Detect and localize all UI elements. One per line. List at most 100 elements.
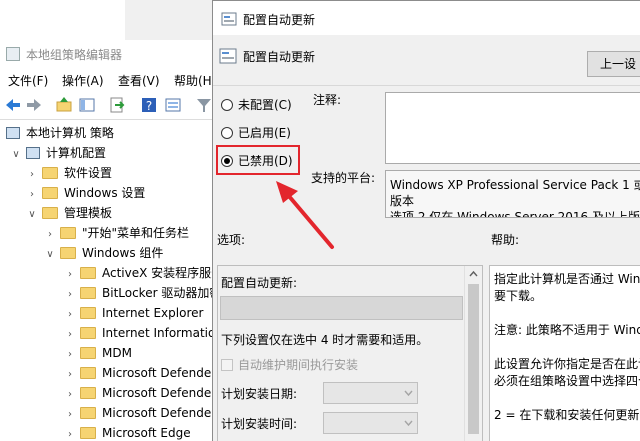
- chevron-down-icon[interactable]: ∨: [44, 245, 56, 265]
- menu-file[interactable]: 文件(F): [8, 72, 48, 89]
- tree-item-label: Windows 设置: [64, 186, 146, 200]
- radio-not-configured-label: 未配置(C): [238, 98, 292, 112]
- tree-item-label: Internet Informatio: [102, 326, 216, 340]
- properties-icon[interactable]: [164, 96, 182, 114]
- tree-item-label: Microsoft Defende: [102, 406, 212, 420]
- chevron-right-icon[interactable]: ›: [64, 265, 76, 285]
- comment-label: 注释:: [313, 93, 342, 107]
- policy-header-icon: [219, 48, 237, 64]
- folder-icon: [80, 386, 96, 399]
- tree-item[interactable]: › Microsoft Defende: [64, 363, 211, 383]
- chevron-right-icon[interactable]: ›: [64, 425, 76, 441]
- dialog-titlebar: 配置自动更新: [213, 1, 640, 35]
- options-scrollbar[interactable]: [464, 266, 482, 441]
- install-day-select[interactable]: [323, 382, 418, 404]
- menu-help[interactable]: 帮助(H: [174, 72, 212, 89]
- red-arrow-icon: [276, 181, 334, 249]
- tree-item[interactable]: ∨ Windows 组件: [44, 243, 163, 263]
- tree-item[interactable]: ∨ 管理模板: [26, 203, 112, 223]
- folder-icon: [80, 286, 96, 299]
- maintenance-checkbox[interactable]: 自动维护期间执行安装: [221, 356, 358, 373]
- folder-icon: [80, 326, 96, 339]
- platform-text-line3: 选项 2 仅在 Windows Server 2016 及以上版本: [390, 210, 640, 218]
- tree-item[interactable]: › Internet Explorer: [64, 303, 203, 323]
- up-folder-icon[interactable]: [55, 96, 73, 114]
- install-time-select[interactable]: [323, 412, 418, 434]
- tree-item[interactable]: 本地计算机 策略: [6, 123, 114, 143]
- platform-text-line2: 版本: [390, 194, 415, 208]
- tree-item-label: 本地计算机 策略: [26, 126, 114, 140]
- chevron-right-icon[interactable]: ›: [64, 365, 76, 385]
- filter-icon[interactable]: [195, 96, 213, 114]
- platform-textbox: Windows XP Professional Service Pack 1 或…: [385, 170, 640, 218]
- forward-arrow-icon[interactable]: [25, 96, 43, 114]
- tree-item[interactable]: › Internet Informatio: [64, 323, 215, 343]
- radio-not-configured[interactable]: 未配置(C): [221, 96, 292, 113]
- computer-policy-icon: [6, 126, 20, 139]
- comment-textarea[interactable]: [385, 92, 640, 164]
- tree-item[interactable]: › Microsoft Edge: [64, 423, 191, 441]
- folder-icon: [42, 166, 58, 179]
- tree-item[interactable]: › Windows 设置: [26, 183, 145, 203]
- folder-icon: [80, 306, 96, 319]
- previous-setting-label: 上一设: [600, 57, 637, 71]
- export-list-icon[interactable]: [108, 96, 126, 114]
- radio-circle: [221, 98, 233, 111]
- chevron-right-icon[interactable]: ›: [64, 305, 76, 325]
- chevron-down-icon[interactable]: ∨: [26, 205, 38, 225]
- auto-update-select[interactable]: [220, 296, 463, 320]
- previous-setting-button[interactable]: 上一设: [587, 51, 640, 77]
- chevron-down-icon[interactable]: ∨: [10, 145, 22, 165]
- tree-item[interactable]: › "开始"菜单和任务栏: [44, 223, 189, 243]
- folder-icon: [42, 186, 58, 199]
- tree-item[interactable]: › MDM: [64, 343, 132, 363]
- desktop-strip: [0, 0, 125, 40]
- chevron-right-icon[interactable]: ›: [26, 185, 38, 205]
- tree-item[interactable]: ∨ 计算机配置: [10, 143, 106, 163]
- chevron-right-icon[interactable]: ›: [64, 345, 76, 365]
- policy-setting-icon: [221, 12, 237, 26]
- screenshot-root: 本地组策略编辑器 文件(F) 操作(A) 查看(V) 帮助(H ? 本地计算机 …: [0, 0, 640, 441]
- tree-item-label: Windows 组件: [82, 246, 164, 260]
- install-time-label: 计划安装时间:: [221, 417, 298, 431]
- tree-item[interactable]: › ActiveX 安装程序服务: [64, 263, 223, 283]
- tree-item-label: BitLocker 驱动器加密: [102, 286, 222, 300]
- tree-item-label: Microsoft Defende: [102, 386, 212, 400]
- chevron-right-icon[interactable]: ›: [44, 225, 56, 245]
- folder-icon: [60, 246, 76, 259]
- computer-icon: [26, 146, 40, 159]
- options-panel: 配置自动更新: 下列设置仅在选中 4 时才需要和适用。 自动维护期间执行安装 计…: [217, 265, 483, 441]
- chevron-right-icon[interactable]: ›: [64, 385, 76, 405]
- tree-item[interactable]: › Microsoft Defende: [64, 403, 211, 423]
- tree-item-label: 软件设置: [64, 166, 113, 180]
- menu-view[interactable]: 查看(V): [118, 72, 160, 89]
- tree-item[interactable]: › BitLocker 驱动器加密: [64, 283, 221, 303]
- help-line: 要下载。: [494, 289, 543, 303]
- help-line: 指定此计算机是否通过 Wind: [494, 272, 640, 286]
- help-icon[interactable]: ?: [140, 96, 158, 114]
- svg-text:?: ?: [146, 99, 152, 113]
- configure-auto-update-dialog: 配置自动更新 配置自动更新 上一设 未配置(C) 已启用(E) 已禁用(D) 注…: [212, 0, 640, 441]
- help-section-label: 帮助:: [491, 233, 520, 247]
- gpedit-app-icon: [6, 47, 20, 61]
- chevron-right-icon[interactable]: ›: [26, 165, 38, 185]
- options-note: 下列设置仅在选中 4 时才需要和适用。: [221, 333, 429, 347]
- dialog-title: 配置自动更新: [243, 13, 316, 27]
- back-arrow-icon[interactable]: [4, 96, 22, 114]
- help-line: 2 = 在下载和安装任何更新: [494, 408, 640, 422]
- auto-update-label: 配置自动更新:: [221, 276, 298, 290]
- chevron-right-icon[interactable]: ›: [64, 325, 76, 345]
- tree-item[interactable]: › Microsoft Defende: [64, 383, 211, 403]
- tree-item-label: MDM: [102, 346, 132, 360]
- folder-icon: [80, 426, 96, 439]
- help-line: 必须在组策略设置中选择四个: [494, 374, 640, 388]
- radio-enabled[interactable]: 已启用(E): [221, 124, 291, 141]
- scrollbar-thumb[interactable]: [468, 284, 479, 434]
- chevron-right-icon[interactable]: ›: [64, 405, 76, 425]
- scroll-up-icon[interactable]: [469, 270, 478, 277]
- menu-action[interactable]: 操作(A): [62, 72, 104, 89]
- folder-icon: [80, 266, 96, 279]
- tree-item[interactable]: › 软件设置: [26, 163, 112, 183]
- chevron-right-icon[interactable]: ›: [64, 285, 76, 305]
- show-hide-tree-icon[interactable]: [78, 96, 96, 114]
